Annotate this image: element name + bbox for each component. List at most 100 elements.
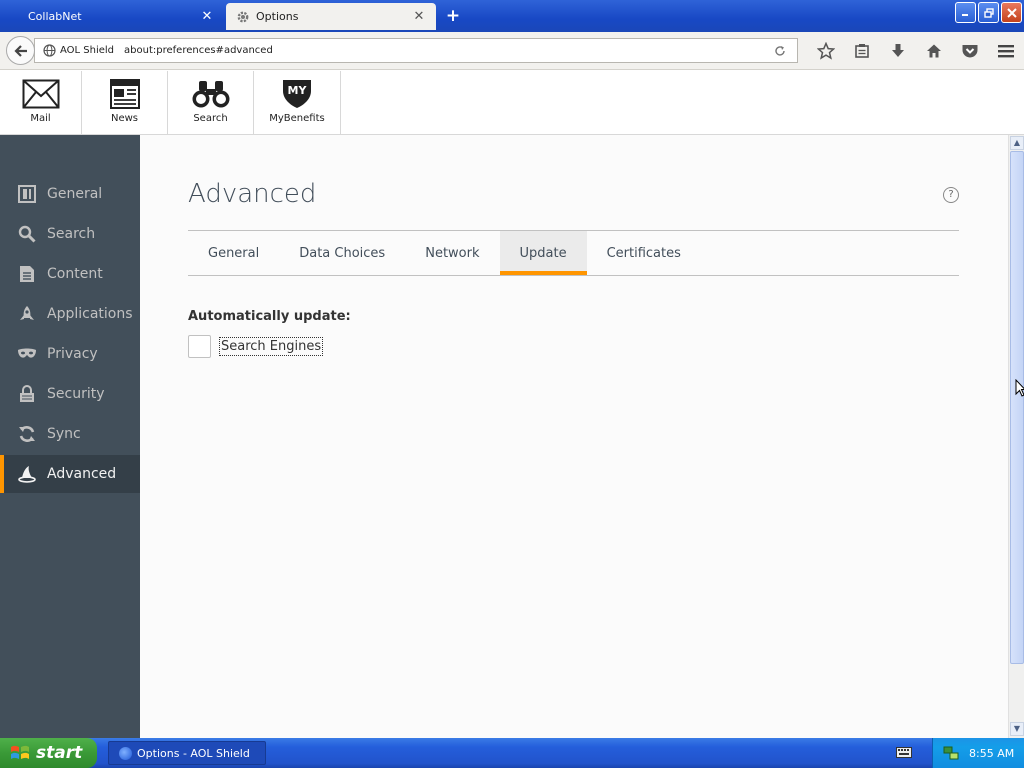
star-icon (817, 42, 835, 60)
reload-icon[interactable] (773, 44, 787, 58)
help-icon[interactable]: ? (943, 187, 959, 203)
tab-network[interactable]: Network (405, 231, 499, 275)
toolbar-icons (808, 41, 1024, 61)
start-label: start (36, 743, 83, 763)
home-button[interactable] (916, 41, 952, 61)
content-icon (17, 264, 37, 284)
scroll-down-button[interactable]: ▼ (1010, 722, 1024, 736)
rocket-icon (17, 304, 37, 324)
tab-update[interactable]: Update (499, 231, 587, 275)
tab-certificates[interactable]: Certificates (587, 231, 701, 275)
binoculars-icon (192, 81, 229, 108)
sidebar-item-content[interactable]: Content (0, 255, 140, 293)
padlock-icon (17, 384, 37, 404)
clipboard-icon (855, 44, 869, 58)
sidebar-item-label: Content (47, 266, 103, 282)
window-controls (955, 2, 1022, 23)
address-bar[interactable]: AOL Shield about:preferences#advanced (34, 38, 798, 63)
restore-icon (983, 7, 994, 18)
aol-app-toolbar: Mail News Search MY MyBenefits (0, 71, 1024, 135)
new-tab-button[interactable]: + (444, 6, 462, 26)
search-engines-label[interactable]: Search Engines (219, 337, 324, 356)
network-tray-icon[interactable] (943, 745, 959, 761)
preferences-content: Advanced ? General Data Choices Network … (140, 135, 1008, 738)
windows-taskbar: start Options - AOL Shield 8:55 AM (0, 738, 1024, 768)
search-engines-option: Search Engines (188, 335, 324, 358)
search-app-label: Search (193, 113, 228, 124)
restore-button[interactable] (978, 2, 999, 23)
windows-flag-icon (11, 745, 29, 759)
tab-collabnet[interactable]: CollabNet ✕ (4, 3, 224, 30)
news-button[interactable]: News (82, 71, 168, 134)
url-text[interactable]: about:preferences#advanced (124, 45, 773, 56)
sidebar-item-label: Sync (47, 426, 81, 442)
close-window-button[interactable] (1001, 2, 1022, 23)
tab-label: Options (256, 10, 299, 23)
sidebar-item-privacy[interactable]: Privacy (0, 335, 140, 373)
keyboard-icon[interactable] (896, 747, 912, 758)
mybenefits-button[interactable]: MY MyBenefits (254, 71, 341, 134)
news-icon (109, 79, 140, 109)
sidebar-item-general[interactable]: General (0, 175, 140, 213)
advanced-tabs: General Data Choices Network Update Cert… (188, 230, 959, 276)
minimize-icon (962, 14, 968, 16)
scroll-thumb[interactable] (1010, 151, 1024, 664)
vertical-scrollbar[interactable]: ▲ ▼ (1008, 135, 1024, 738)
system-tray: 8:55 AM (932, 738, 1024, 768)
home-icon (927, 44, 941, 58)
page-title: Advanced (188, 179, 317, 209)
minimize-button[interactable] (955, 2, 976, 23)
back-arrow-icon (13, 44, 27, 57)
browser-title-bar: CollabNet ✕ Options ✕ + (0, 0, 1024, 32)
sidebar-item-security[interactable]: Security (0, 375, 140, 413)
mybenefits-label: MyBenefits (269, 113, 325, 124)
pocket-icon (962, 45, 978, 58)
tab-data-choices[interactable]: Data Choices (279, 231, 405, 275)
close-icon (1006, 7, 1017, 18)
search-app-button[interactable]: Search (168, 71, 254, 134)
sidebar-item-advanced[interactable]: Advanced (0, 455, 140, 493)
hamburger-menu-icon (998, 45, 1014, 58)
downloads-button[interactable] (880, 41, 916, 61)
back-button[interactable] (6, 36, 35, 65)
sidebar-item-label: Privacy (47, 346, 98, 362)
mail-button[interactable]: Mail (0, 71, 82, 134)
mouse-cursor-icon (1015, 379, 1024, 397)
mail-icon (22, 79, 59, 109)
aol-shield-app-icon (119, 746, 132, 760)
news-label: News (110, 113, 139, 124)
tab-general[interactable]: General (188, 231, 279, 275)
start-button[interactable]: start (0, 738, 97, 768)
search-icon (17, 224, 37, 244)
taskbar-window-label: Options - AOL Shield (137, 746, 250, 760)
menu-button[interactable] (988, 41, 1024, 61)
general-icon (17, 184, 37, 204)
sidebar-item-label: Search (47, 226, 96, 242)
wizard-hat-icon (17, 464, 37, 484)
pocket-button[interactable] (952, 41, 988, 61)
search-engines-checkbox[interactable] (188, 335, 211, 358)
close-tab-icon[interactable]: ✕ (200, 9, 214, 24)
sidebar-item-label: Applications (47, 306, 133, 322)
sidebar-item-label: Security (47, 386, 105, 402)
taskbar-window-item[interactable]: Options - AOL Shield (108, 741, 266, 765)
bookmark-star-button[interactable] (808, 41, 844, 61)
sidebar-item-applications[interactable]: Applications (0, 295, 140, 333)
globe-icon (43, 44, 56, 57)
auto-update-heading: Automatically update: (188, 309, 351, 324)
close-tab-icon[interactable]: ✕ (412, 9, 426, 24)
sidebar-item-label: General (47, 186, 103, 202)
navigation-bar: AOL Shield about:preferences#advanced (0, 32, 1024, 70)
sync-icon (17, 424, 37, 444)
sidebar-item-label: Advanced (47, 466, 117, 482)
preferences-sidebar: General Search Content Applications Priv… (0, 135, 140, 738)
mask-icon (17, 344, 37, 364)
sidebar-item-search[interactable]: Search (0, 215, 140, 253)
reading-list-button[interactable] (844, 41, 880, 61)
tab-options[interactable]: Options ✕ (226, 3, 436, 30)
scroll-up-button[interactable]: ▲ (1010, 136, 1024, 150)
sidebar-item-sync[interactable]: Sync (0, 415, 140, 453)
mybenefits-badge-text: MY (287, 84, 307, 97)
tab-label: CollabNet (28, 10, 82, 23)
site-identity[interactable]: AOL Shield (60, 45, 114, 56)
